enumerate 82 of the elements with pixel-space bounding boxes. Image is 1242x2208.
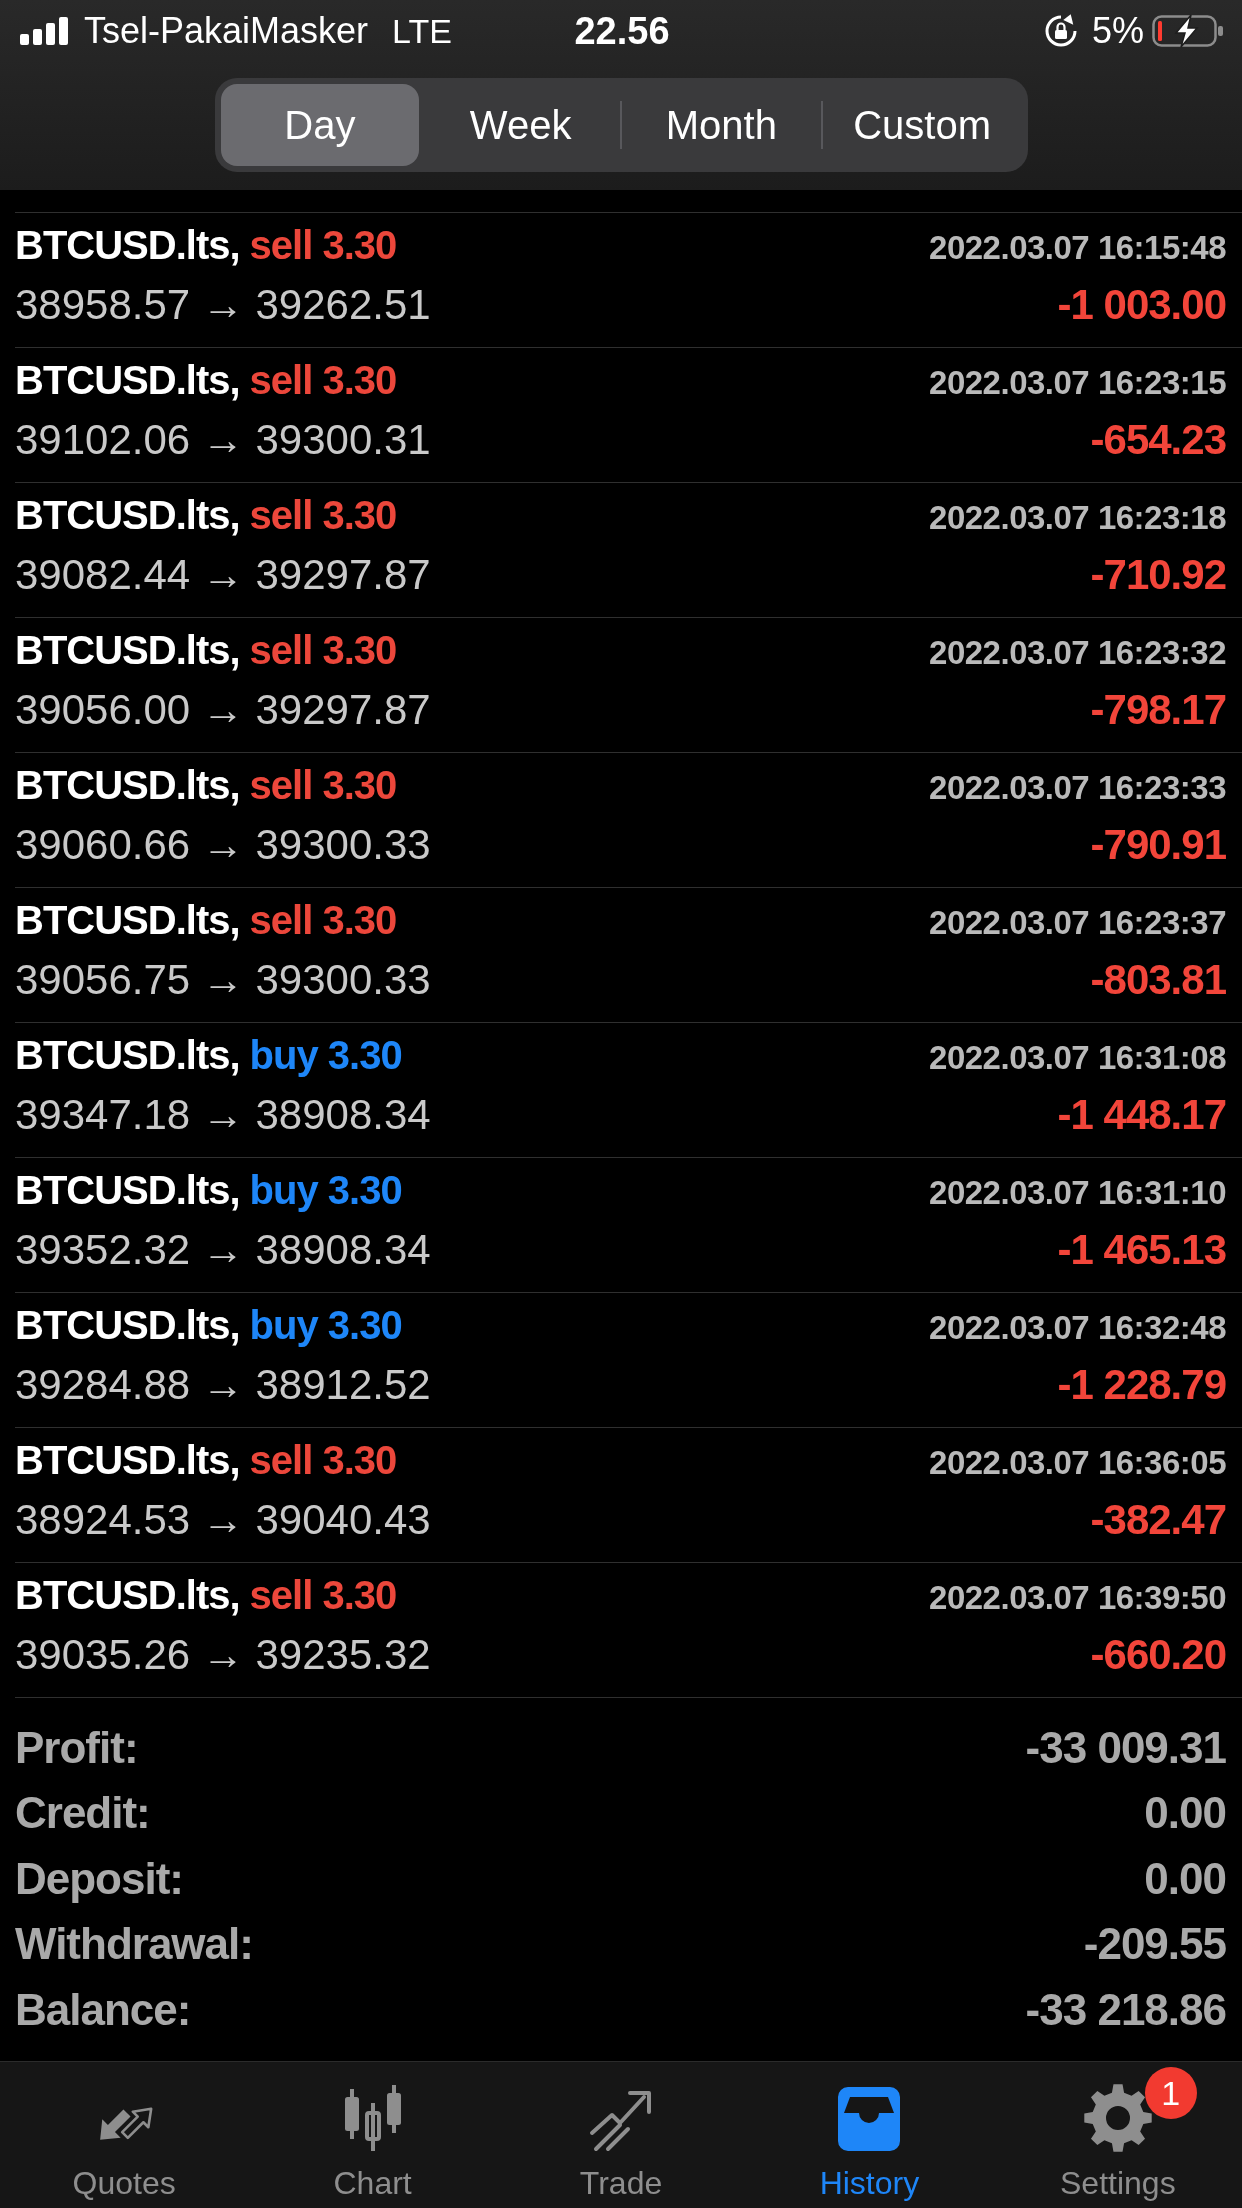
price-range: 39035.26 → 39235.32 — [15, 1631, 431, 1679]
rotation-lock-icon — [1043, 14, 1078, 48]
price-range: 39347.18 → 38908.34 — [15, 1091, 431, 1139]
symbol-label: BTCUSD.lts, — [15, 898, 240, 943]
symbol-label: BTCUSD.lts, — [15, 223, 240, 268]
trade-type-label: sell 3.30 — [249, 358, 397, 403]
battery-percent: 5% — [1091, 10, 1144, 52]
profit-value: -1 448.17 — [1057, 1091, 1226, 1139]
deal-time: 2022.03.07 16:15:48 — [929, 229, 1226, 267]
price-range: 39102.06 → 39300.31 — [15, 416, 431, 464]
deal-time: 2022.03.07 16:23:15 — [929, 364, 1226, 402]
network-type: LTE — [392, 11, 452, 51]
summary-label: Withdrawal: — [15, 1918, 253, 1971]
carrier-name: Tsel-PakaiMasker — [84, 10, 369, 52]
deal-time: 2022.03.07 16:36:05 — [929, 1444, 1226, 1482]
trade-type-label: buy 3.30 — [249, 1168, 402, 1213]
summary-label: Credit: — [15, 1787, 150, 1840]
profit-value: -710.92 — [1090, 551, 1226, 599]
summary-value: 0.00 — [1144, 1787, 1226, 1840]
symbol-label: BTCUSD.lts, — [15, 358, 240, 403]
symbol-label: BTCUSD.lts, — [15, 493, 240, 538]
period-tab[interactable]: Day — [220, 84, 420, 166]
summary-value: -33 009.31 — [1025, 1721, 1226, 1774]
symbol-label: BTCUSD.lts, — [15, 1438, 240, 1483]
price-range: 39060.66 → 39300.33 — [15, 821, 431, 869]
summary-value: -209.55 — [1083, 1918, 1226, 1971]
profit-value: -798.17 — [1090, 686, 1226, 734]
profit-value: -1 228.79 — [1057, 1361, 1226, 1409]
symbol-label: BTCUSD.lts, — [15, 1303, 240, 1348]
deal-time: 2022.03.07 16:23:18 — [929, 499, 1226, 537]
deal-time: 2022.03.07 16:23:33 — [929, 769, 1226, 807]
trade-type-label: sell 3.30 — [249, 898, 397, 943]
profit-value: -1 003.00 — [1057, 281, 1226, 329]
deal-time: 2022.03.07 16:23:37 — [929, 904, 1226, 942]
symbol-label: BTCUSD.lts, — [15, 763, 240, 808]
profit-value: -803.81 — [1090, 956, 1226, 1004]
price-range: 39056.00 → 39297.87 — [15, 686, 431, 734]
tab-bar-item[interactable]: Trade — [496, 2062, 746, 2208]
price-range: 39082.44 → 39297.87 — [15, 551, 431, 599]
deal-time: 2022.03.07 16:32:48 — [929, 1309, 1226, 1347]
profit-value: -654.23 — [1090, 416, 1226, 464]
trade-type-label: sell 3.30 — [249, 1573, 397, 1618]
clock-time: 22.56 — [574, 9, 670, 53]
period-tab[interactable]: Month — [622, 84, 821, 166]
notification-badge: 1 — [1144, 2067, 1197, 2119]
summary-value: 0.00 — [1144, 1852, 1226, 1905]
price-range: 39056.75 → 39300.33 — [15, 956, 431, 1004]
symbol-label: BTCUSD.lts, — [15, 628, 240, 673]
deal-time: 2022.03.07 16:39:50 — [929, 1579, 1226, 1617]
deal-time: 2022.03.07 16:23:32 — [929, 634, 1226, 672]
trade-type-label: sell 3.30 — [249, 1438, 397, 1483]
price-range: 39284.88 → 38912.52 — [15, 1361, 431, 1409]
deal-time: 2022.03.07 16:31:08 — [929, 1039, 1226, 1077]
tab-bar-item[interactable]: Chart — [248, 2062, 497, 2208]
trade-type-label: sell 3.30 — [249, 223, 397, 268]
summary-label: Balance: — [15, 1983, 191, 2036]
trade-type-label: sell 3.30 — [249, 628, 397, 673]
price-range: 39352.32 → 38908.34 — [15, 1226, 431, 1274]
period-tab[interactable]: Custom — [822, 84, 1022, 166]
profit-value: -790.91 — [1090, 821, 1226, 869]
trade-type-label: sell 3.30 — [249, 763, 397, 808]
price-range: 38924.53 → 39040.43 — [15, 1496, 431, 1544]
trade-type-label: buy 3.30 — [249, 1303, 402, 1348]
symbol-label: BTCUSD.lts, — [15, 1168, 240, 1213]
signal-icon — [20, 17, 70, 45]
period-tab[interactable]: Week — [421, 84, 620, 166]
settings-icon — [1082, 2083, 1153, 2153]
trade-type-label: sell 3.30 — [249, 493, 397, 538]
deal-time: 2022.03.07 16:31:10 — [929, 1174, 1226, 1212]
trade-type-label: buy 3.30 — [249, 1033, 402, 1078]
symbol-label: BTCUSD.lts, — [15, 1033, 240, 1078]
tab-bar-item[interactable]: History — [745, 2062, 994, 2208]
profit-value: -382.47 — [1090, 1496, 1226, 1544]
profit-value: -660.20 — [1090, 1631, 1226, 1679]
price-range: 38958.57 → 39262.51 — [15, 281, 431, 329]
summary-label: Profit: — [15, 1721, 138, 1774]
symbol-label: BTCUSD.lts, — [15, 1573, 240, 1618]
battery-icon — [1152, 14, 1224, 48]
summary-value: -33 218.86 — [1025, 1983, 1226, 2036]
summary-label: Deposit: — [15, 1852, 183, 1905]
tab-bar-item[interactable]: Quotes — [0, 2062, 249, 2208]
profit-value: -1 465.13 — [1057, 1226, 1226, 1274]
